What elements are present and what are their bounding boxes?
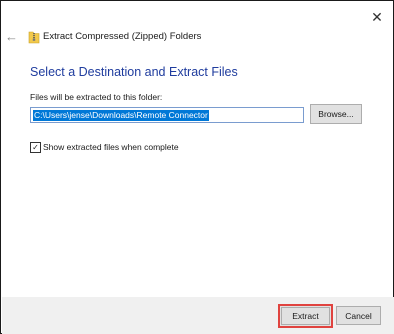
checkmark-icon: ✓ [32, 142, 39, 152]
cancel-button[interactable]: Cancel [336, 306, 381, 325]
window-title: Extract Compressed (Zipped) Folders [43, 31, 202, 42]
extract-dialog-window: ✕ ← Extract Compressed (Zipped) Folders … [0, 0, 394, 334]
show-extracted-label[interactable]: Show extracted files when complete [43, 142, 179, 152]
extract-button[interactable]: Extract [281, 307, 330, 325]
destination-path-value: C:\Users\jense\Downloads\Remote Connecto… [33, 109, 209, 121]
close-icon[interactable]: ✕ [367, 7, 387, 27]
zipped-folder-icon [28, 30, 40, 44]
page-title: Select a Destination and Extract Files [30, 65, 238, 79]
destination-path-input[interactable]: C:\Users\jense\Downloads\Remote Connecto… [30, 107, 304, 123]
destination-label: Files will be extracted to this folder: [30, 92, 163, 102]
show-extracted-checkbox[interactable]: ✓ [30, 142, 41, 153]
browse-button[interactable]: Browse... [310, 104, 362, 124]
back-arrow-icon[interactable]: ← [5, 30, 21, 44]
